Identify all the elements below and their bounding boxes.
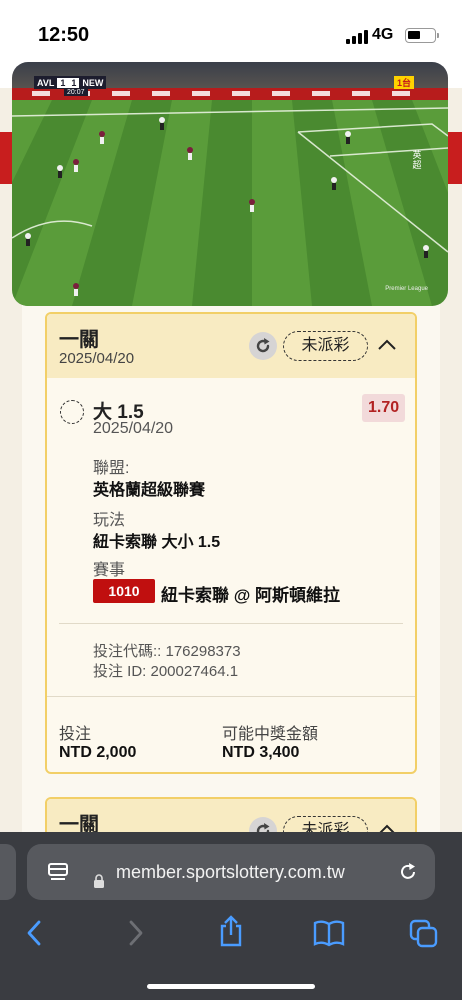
page-menu-icon[interactable]	[47, 862, 69, 882]
scoreboard: AVL 1 1 NEW	[34, 76, 107, 89]
lock-icon	[94, 874, 104, 888]
chevron-up-icon[interactable]	[377, 335, 397, 355]
bet-type: 一關	[59, 329, 99, 351]
bet-date: 2025/04/20	[59, 350, 135, 367]
settlement-status-badge: 未派彩	[283, 331, 368, 361]
bet-code: 投注代碼:: 176298373	[93, 643, 241, 660]
odds-value: 1.70	[362, 394, 406, 422]
status-time: 12:50	[38, 24, 90, 46]
payout-value: NTD 3,400	[222, 744, 300, 761]
forward-icon[interactable]	[124, 918, 146, 948]
market-label: 玩法	[93, 512, 126, 529]
battery-icon	[405, 28, 439, 43]
broadcast-label: Premier League	[385, 286, 428, 292]
selection-date: 2025/04/20	[93, 420, 174, 437]
event-name: 紐卡索聯 @ 阿斯頓維拉	[161, 586, 341, 605]
vertical-caption: 英超	[412, 150, 422, 170]
home-team: AVL	[37, 77, 55, 88]
payout-label: 可能中獎金額	[222, 726, 319, 743]
browser-toolbar: member.sportslottery.com.tw	[0, 832, 462, 1000]
stake-value: NTD 2,000	[59, 744, 137, 761]
tabs-icon[interactable]	[408, 918, 440, 950]
network-type: 4G	[372, 26, 394, 43]
refresh-icon	[256, 338, 270, 353]
refresh-button[interactable]	[249, 332, 277, 360]
url-text[interactable]: member.sportslottery.com.tw	[116, 862, 345, 883]
home-score: 1	[57, 77, 69, 88]
share-icon[interactable]	[217, 914, 245, 948]
event-label: 賽事	[93, 562, 126, 579]
match-clock: 20:07	[64, 89, 88, 96]
league-value: 英格蘭超級聯賽	[93, 482, 206, 499]
previous-tab-edge[interactable]	[0, 844, 16, 900]
away-team: NEW	[82, 77, 104, 88]
channel-badge: 1台	[393, 76, 414, 89]
selection-radio[interactable]	[60, 400, 84, 424]
football-pitch-frame	[12, 62, 448, 306]
market-value: 紐卡索聯 大小 1.5	[93, 534, 221, 551]
divider	[47, 696, 415, 697]
bet-card-header[interactable]: 一關 2025/04/20 未派彩	[47, 314, 415, 378]
league-label: 聯盟:	[93, 460, 130, 477]
reload-icon[interactable]	[397, 861, 419, 883]
bet-id: 投注 ID: 200027464.1	[93, 663, 239, 680]
picture-in-picture-video[interactable]: AVL 1 1 NEW 20:07 1台 英超 Premier League	[12, 62, 448, 306]
cellular-signal-icon	[346, 30, 368, 44]
status-bar: 12:50 4G	[0, 0, 462, 58]
stake-label: 投注	[59, 726, 92, 743]
home-indicator[interactable]	[147, 984, 315, 989]
away-score: 1	[68, 77, 80, 88]
bookmarks-icon[interactable]	[312, 918, 346, 948]
event-id-badge: 1010	[93, 579, 155, 603]
divider	[59, 623, 403, 624]
bet-card: 一關 2025/04/20 未派彩 大 1.5 2025/04/20 1.70 …	[45, 312, 417, 774]
back-icon[interactable]	[24, 918, 46, 948]
